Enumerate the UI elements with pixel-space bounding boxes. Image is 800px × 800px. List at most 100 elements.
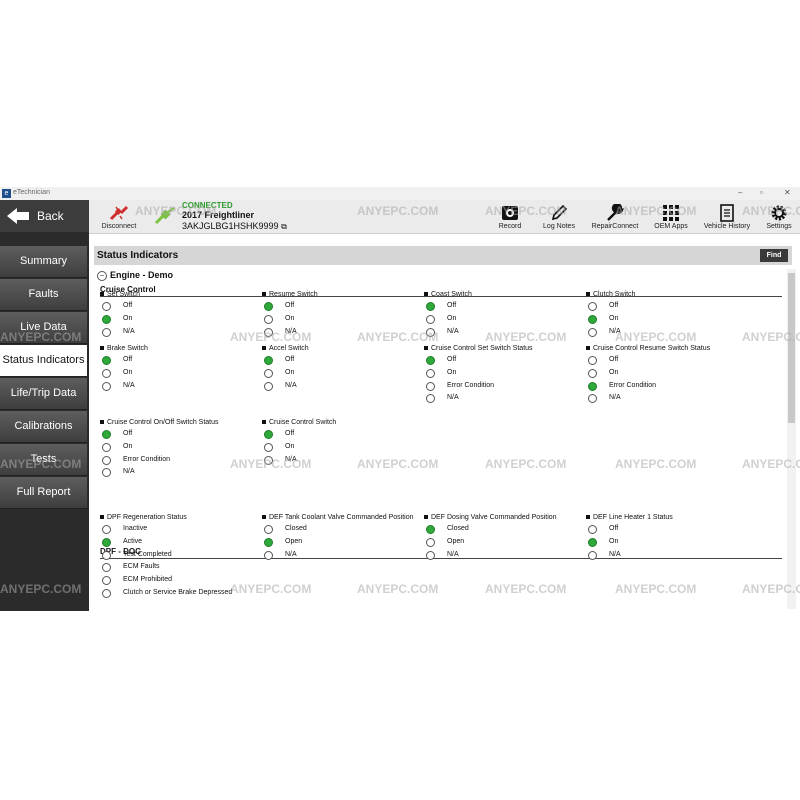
radio-empty-icon[interactable] [588, 356, 597, 365]
radio-empty-icon[interactable] [588, 302, 597, 311]
sidebar-item-summary[interactable]: Summary [0, 246, 87, 278]
radio-empty-icon[interactable] [426, 394, 435, 404]
radio-empty-icon[interactable] [102, 455, 111, 465]
radio-label: Off [285, 356, 295, 363]
gear-icon [771, 205, 787, 221]
radio-empty-icon[interactable] [426, 327, 435, 337]
radio-selected-icon[interactable] [264, 430, 273, 439]
radio-empty-icon[interactable] [426, 368, 435, 378]
radio-empty-icon[interactable] [264, 455, 273, 465]
radio-empty-icon[interactable] [102, 368, 111, 378]
radio-empty-icon[interactable] [102, 563, 111, 573]
copy-icon[interactable]: ⧉ [281, 222, 287, 231]
sidebar-item-full-report[interactable]: Full Report [0, 477, 87, 509]
radio-empty-icon[interactable] [102, 589, 111, 598]
minimize-icon[interactable]: – [738, 188, 742, 197]
radio-label: Error Condition [609, 381, 657, 389]
sidebar-item-live-data[interactable]: Live Data [0, 312, 87, 344]
bullet-icon [100, 515, 104, 520]
radio-empty-icon[interactable] [588, 525, 597, 534]
radio-selected-icon[interactable] [102, 430, 111, 439]
radio-empty-icon[interactable] [588, 550, 597, 560]
radio-empty-icon[interactable] [426, 550, 435, 560]
vehicle-history-button[interactable]: Vehicle History [701, 200, 753, 233]
radio-selected-icon[interactable] [426, 302, 435, 311]
radio-selected-icon[interactable] [264, 302, 273, 311]
disconnect-button[interactable]: Disconnect [99, 200, 139, 233]
radio-empty-icon[interactable] [102, 550, 111, 560]
indicator-title-text: Cruise Control Switch [269, 419, 337, 426]
maximize-icon[interactable]: ▫ [760, 188, 763, 197]
bullet-icon [424, 292, 428, 297]
wrench-icon [607, 204, 624, 221]
radio-empty-icon[interactable] [264, 327, 273, 337]
radio-label: N/A [285, 381, 297, 389]
radio-label: N/A [447, 327, 459, 335]
radio-selected-icon[interactable] [426, 525, 435, 534]
bullet-icon [424, 346, 428, 351]
toolbar: Disconnect CONNECTED 2017 Freightliner 3… [89, 200, 800, 234]
radio-label: On [123, 314, 133, 322]
radio-empty-icon[interactable] [102, 525, 111, 534]
radio-empty-icon[interactable] [264, 550, 273, 560]
sidebar-item-status-indicators[interactable]: Status Indicators [0, 345, 87, 377]
sidebar-item-faults[interactable]: Faults [0, 279, 87, 311]
radio-empty-icon[interactable] [102, 442, 111, 452]
radio-empty-icon[interactable] [588, 394, 597, 404]
radio-empty-icon[interactable] [588, 327, 597, 337]
vertical-scrollbar[interactable] [787, 269, 796, 609]
radio-empty-icon[interactable] [102, 468, 111, 478]
radio-empty-icon[interactable] [264, 381, 273, 391]
pen-icon [551, 204, 568, 221]
indicator-title-text: Coast Switch [431, 291, 472, 298]
section-title-dpf-doc: DPF - DOC [100, 547, 782, 559]
record-icon [502, 206, 518, 220]
find-button[interactable]: Find [760, 249, 788, 262]
sidebar-item-life-trip-data[interactable]: Life/Trip Data [0, 378, 87, 410]
radio-empty-icon[interactable] [102, 576, 111, 586]
sidebar-item-calibrations[interactable]: Calibrations [0, 411, 87, 443]
radio-empty-icon[interactable] [426, 314, 435, 324]
radio-selected-icon[interactable] [264, 356, 273, 365]
radio-selected-icon[interactable] [588, 314, 597, 324]
radio-empty-icon[interactable] [264, 525, 273, 534]
radio-empty-icon[interactable] [588, 368, 597, 378]
radio-selected-icon[interactable] [588, 537, 597, 547]
indicator-title: DEF Line Heater 1 Status [586, 514, 673, 521]
radio-selected-icon[interactable] [102, 314, 111, 324]
scrollbar-thumb[interactable] [788, 273, 795, 423]
radio-empty-icon[interactable] [426, 381, 435, 391]
radio-empty-icon[interactable] [264, 442, 273, 452]
radio-selected-icon[interactable] [102, 537, 111, 547]
radio-label: N/A [123, 327, 135, 335]
radio-empty-icon[interactable] [426, 537, 435, 547]
close-icon[interactable]: ✕ [784, 188, 791, 197]
radio-label: N/A [447, 550, 459, 558]
radio-selected-icon[interactable] [102, 356, 111, 365]
radio-empty-icon[interactable] [102, 327, 111, 337]
repairconnect-button[interactable]: RepairConnect [589, 200, 641, 233]
radio-empty-icon[interactable] [102, 381, 111, 391]
oem-apps-label: OEM Apps [654, 223, 688, 230]
radio-empty-icon[interactable] [102, 302, 111, 311]
page-title: Status Indicators [97, 250, 179, 261]
settings-button[interactable]: Settings [761, 200, 797, 233]
radio-selected-icon[interactable] [426, 356, 435, 365]
radio-label: On [285, 314, 295, 322]
radio-empty-icon[interactable] [264, 314, 273, 324]
sidebar-item-tests[interactable]: Tests [0, 444, 87, 476]
indicator-title-text: DEF Tank Coolant Valve Commanded Positio… [269, 514, 414, 521]
record-button[interactable]: Record [489, 200, 531, 233]
indicator-title: Set Switch [100, 291, 140, 298]
radio-empty-icon[interactable] [264, 368, 273, 378]
collapse-icon[interactable]: − [97, 271, 107, 281]
radio-label: Off [123, 302, 133, 309]
oem-apps-button[interactable]: OEM Apps [649, 200, 693, 233]
radio-label: Error Condition [447, 381, 495, 389]
engine-group-header[interactable]: − Engine - Demo [97, 270, 785, 281]
radio-label: N/A [285, 550, 297, 558]
radio-selected-icon[interactable] [588, 381, 597, 391]
back-button[interactable]: Back [0, 200, 89, 232]
radio-selected-icon[interactable] [264, 537, 273, 547]
log-notes-button[interactable]: Log Notes [538, 200, 580, 233]
